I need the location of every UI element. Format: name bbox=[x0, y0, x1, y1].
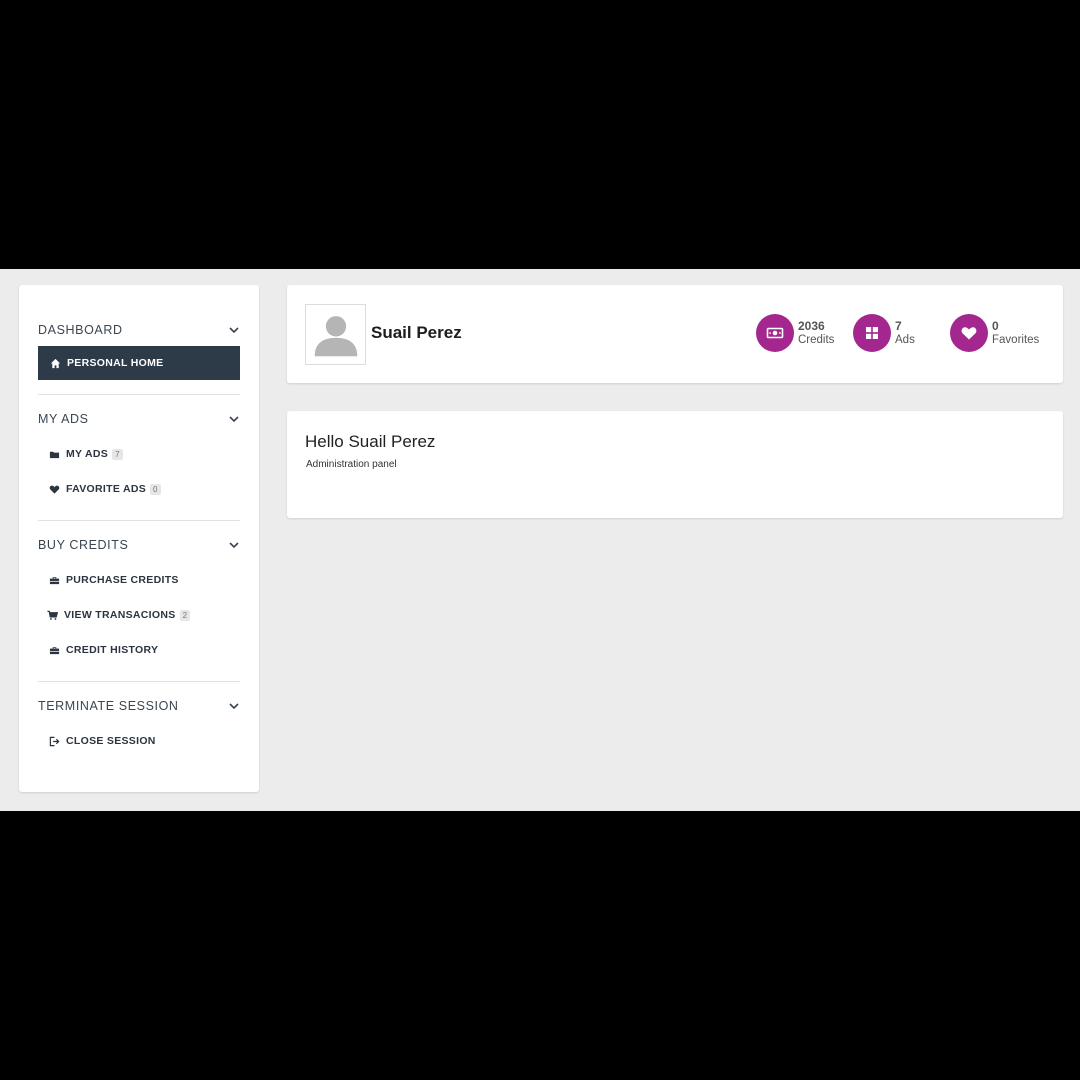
user-silhouette-icon bbox=[314, 316, 357, 357]
profile-card: Suail Perez 2036 Credits 7 Ads 0 Favorit… bbox=[287, 285, 1063, 383]
sidebar-item-favorite-ads[interactable]: FAVORITE ADS 0 bbox=[38, 472, 240, 506]
profile-name: Suail Perez bbox=[371, 323, 462, 342]
stat-credits[interactable]: 2036 Credits bbox=[756, 314, 834, 352]
count-badge: 2 bbox=[179, 609, 191, 621]
stat-value: 2036 bbox=[798, 319, 825, 333]
money-icon bbox=[756, 314, 794, 352]
sidebar-item-label: PERSONAL HOME bbox=[67, 357, 164, 369]
cart-icon bbox=[46, 609, 59, 621]
divider bbox=[38, 394, 240, 395]
stat-value: 0 bbox=[992, 319, 999, 333]
welcome-subtitle: Administration panel bbox=[306, 459, 397, 470]
stat-value: 7 bbox=[895, 319, 902, 333]
section-title: TERMINATE SESSION bbox=[38, 699, 179, 713]
stat-label: Favorites bbox=[992, 334, 1040, 346]
sidebar-item-label: MY ADS bbox=[66, 448, 109, 460]
briefcase-icon bbox=[48, 574, 61, 586]
chevron-down-icon[interactable] bbox=[228, 700, 240, 712]
grid-icon bbox=[853, 314, 891, 352]
section-terminate-session-header[interactable]: TERMINATE SESSION bbox=[38, 694, 240, 718]
avatar[interactable] bbox=[305, 304, 366, 365]
divider bbox=[38, 520, 240, 521]
welcome-greeting: Hello Suail Perez bbox=[305, 432, 436, 451]
chevron-down-icon[interactable] bbox=[228, 413, 240, 425]
sidebar-item-label: CREDIT HISTORY bbox=[66, 644, 159, 656]
app-frame: DASHBOARD PERSONAL HOME MY ADS MY ADS 7 … bbox=[0, 269, 1080, 811]
stat-label: Ads bbox=[895, 334, 915, 346]
briefcase-icon bbox=[48, 644, 61, 656]
heart-icon bbox=[950, 314, 988, 352]
folder-icon bbox=[48, 448, 61, 460]
section-title: BUY CREDITS bbox=[38, 538, 129, 552]
stat-ads[interactable]: 7 Ads bbox=[853, 314, 915, 352]
section-title: DASHBOARD bbox=[38, 323, 123, 337]
welcome-card: Hello Suail Perez Administration panel bbox=[287, 411, 1063, 518]
sidebar-item-close-session[interactable]: CLOSE SESSION bbox=[38, 724, 240, 758]
stat-favorites[interactable]: 0 Favorites bbox=[950, 314, 1039, 352]
sidebar-item-label: VIEW TRANSACIONS bbox=[64, 609, 176, 621]
sidebar-item-purchase-credits[interactable]: PURCHASE CREDITS bbox=[38, 563, 240, 597]
sidebar-item-view-transactions[interactable]: VIEW TRANSACIONS 2 bbox=[38, 598, 240, 632]
stat-label: Credits bbox=[798, 334, 835, 346]
heart-icon bbox=[48, 483, 61, 495]
sidebar-item-label: FAVORITE ADS bbox=[66, 483, 147, 495]
chevron-down-icon[interactable] bbox=[228, 539, 240, 551]
sidebar: DASHBOARD PERSONAL HOME MY ADS MY ADS 7 … bbox=[19, 285, 259, 792]
sidebar-item-my-ads[interactable]: MY ADS 7 bbox=[38, 437, 240, 471]
home-icon bbox=[49, 357, 62, 369]
sidebar-item-personal-home[interactable]: PERSONAL HOME bbox=[38, 346, 240, 380]
sign-out-icon bbox=[48, 735, 61, 747]
chevron-down-icon[interactable] bbox=[228, 324, 240, 336]
section-my-ads-header[interactable]: MY ADS bbox=[38, 407, 240, 431]
sidebar-item-credit-history[interactable]: CREDIT HISTORY bbox=[38, 633, 240, 667]
count-badge: 7 bbox=[112, 448, 123, 460]
divider bbox=[38, 681, 240, 682]
section-buy-credits-header[interactable]: BUY CREDITS bbox=[38, 533, 240, 557]
sidebar-item-label: CLOSE SESSION bbox=[66, 735, 156, 747]
section-dashboard-header[interactable]: DASHBOARD bbox=[38, 318, 240, 342]
count-badge: 0 bbox=[150, 483, 161, 495]
sidebar-item-label: PURCHASE CREDITS bbox=[66, 574, 179, 586]
section-title: MY ADS bbox=[38, 412, 89, 426]
